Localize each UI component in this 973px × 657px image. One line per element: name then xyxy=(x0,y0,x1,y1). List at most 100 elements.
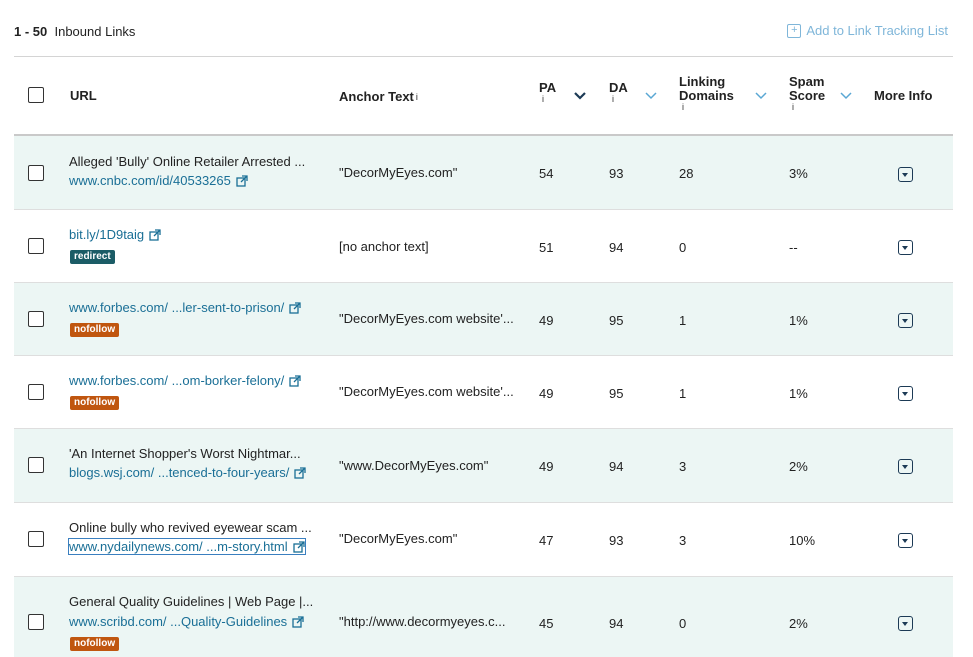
da-value: 94 xyxy=(609,240,624,255)
spam-score-value: 2% xyxy=(789,459,808,474)
external-link-icon[interactable] xyxy=(294,466,307,479)
pa-value: 49 xyxy=(539,459,554,474)
table-row: bit.ly/1D9taig redirect [no anchor text]… xyxy=(14,210,953,283)
link-url[interactable]: www.cnbc.com/id/40533265 xyxy=(69,173,248,188)
select-all-checkbox[interactable] xyxy=(28,87,44,103)
row-checkbox[interactable] xyxy=(28,614,44,630)
row-checkbox[interactable] xyxy=(28,238,44,254)
da-value: 94 xyxy=(609,459,624,474)
pa-value: 49 xyxy=(539,313,554,328)
anchor-text: "DecorMyEyes.com" xyxy=(339,531,458,546)
col-pa: PA i xyxy=(539,80,557,104)
spam-score-value: 1% xyxy=(789,386,808,401)
more-info-dropdown-icon[interactable] xyxy=(898,386,913,401)
link-url[interactable]: www.forbes.com/ ...ler-sent-to-prison/ xyxy=(69,300,301,315)
chevron-down-icon[interactable] xyxy=(574,92,586,100)
external-link-icon[interactable] xyxy=(289,374,301,387)
link-url[interactable]: blogs.wsj.com/ ...tenced-to-four-years/ xyxy=(69,465,307,480)
pa-value: 45 xyxy=(539,616,554,631)
chevron-down-icon[interactable] xyxy=(755,92,767,100)
anchor-text: "DecorMyEyes.com" xyxy=(339,165,458,180)
table-row: www.forbes.com/ ...om-borker-felony/ nof… xyxy=(14,356,953,429)
plus-icon: + xyxy=(787,23,802,38)
row-checkbox[interactable] xyxy=(28,457,44,473)
col-more-info: More Info xyxy=(874,88,933,103)
table-row: Alleged 'Bully' Online Retailer Arrested… xyxy=(14,136,953,210)
col-anchor-text: Anchor Text i xyxy=(339,89,418,104)
spam-score-value: 1% xyxy=(789,313,808,328)
da-value: 95 xyxy=(609,386,624,401)
da-value: 93 xyxy=(609,533,624,548)
col-linking-domains: Linking Domains i xyxy=(679,74,734,112)
linking-domains-value: 0 xyxy=(679,616,687,631)
pa-value: 47 xyxy=(539,533,554,548)
link-url[interactable]: www.nydailynews.com/ ...m-story.html xyxy=(68,538,306,555)
link-title: 'An Internet Shopper's Worst Nightmar... xyxy=(69,446,301,461)
anchor-text: [no anchor text] xyxy=(339,239,429,254)
external-link-icon[interactable] xyxy=(149,228,161,241)
col-url: URL xyxy=(70,88,97,103)
external-link-icon[interactable] xyxy=(289,301,301,314)
more-info-dropdown-icon[interactable] xyxy=(898,459,913,474)
chevron-down-icon[interactable] xyxy=(645,92,657,100)
external-link-icon[interactable] xyxy=(236,174,248,187)
table-row: General Quality Guidelines | Web Page |.… xyxy=(14,577,953,657)
link-title: General Quality Guidelines | Web Page |.… xyxy=(69,594,314,609)
pa-value: 49 xyxy=(539,386,554,401)
info-icon[interactable]: i xyxy=(542,95,556,104)
link-url[interactable]: www.scribd.com/ ...Quality-Guidelines xyxy=(69,614,304,629)
info-icon[interactable]: i xyxy=(416,92,418,102)
more-info-dropdown-icon[interactable] xyxy=(898,313,913,328)
anchor-text: "DecorMyEyes.com website'... xyxy=(339,384,514,399)
results-range: 1 - 50 Inbound Links xyxy=(14,24,136,39)
link-title: Alleged 'Bully' Online Retailer Arrested… xyxy=(69,154,306,169)
table-header: URL Anchor Text i PA i DA i Linking Domai… xyxy=(14,56,953,136)
nofollow-badge: nofollow xyxy=(70,637,120,651)
table-row: www.forbes.com/ ...ler-sent-to-prison/ n… xyxy=(14,283,953,356)
anchor-text: "www.DecorMyEyes.com" xyxy=(339,458,489,473)
da-value: 93 xyxy=(609,166,624,181)
linking-domains-value: 3 xyxy=(679,533,687,548)
pa-value: 51 xyxy=(539,240,554,255)
linking-domains-value: 1 xyxy=(679,386,687,401)
row-checkbox[interactable] xyxy=(28,531,44,547)
linking-domains-value: 1 xyxy=(679,313,687,328)
table-row: Online bully who revived eyewear scam ..… xyxy=(14,503,953,577)
linking-domains-value: 28 xyxy=(679,166,694,181)
info-icon[interactable]: i xyxy=(682,103,734,112)
link-url[interactable]: www.forbes.com/ ...om-borker-felony/ xyxy=(69,373,301,388)
spam-score-value: 3% xyxy=(789,166,808,181)
linking-domains-value: 0 xyxy=(679,240,687,255)
redirect-badge: redirect xyxy=(70,250,115,264)
da-value: 95 xyxy=(609,313,624,328)
info-icon[interactable]: i xyxy=(612,95,628,104)
nofollow-badge: nofollow xyxy=(70,323,120,337)
row-checkbox[interactable] xyxy=(28,384,44,400)
col-spam-score: Spam Score i xyxy=(789,74,826,112)
spam-score-value: -- xyxy=(789,240,798,255)
chevron-down-icon[interactable] xyxy=(840,92,852,100)
row-checkbox[interactable] xyxy=(28,311,44,327)
spam-score-value: 10% xyxy=(789,533,816,548)
external-link-icon[interactable] xyxy=(292,615,304,628)
spam-score-value: 2% xyxy=(789,616,808,631)
col-da: DA i xyxy=(609,80,628,104)
anchor-text: "http://www.decormyeyes.c... xyxy=(339,614,506,629)
add-to-link-tracking-button[interactable]: + Add to Link Tracking List xyxy=(787,23,948,38)
inbound-links-table: URL Anchor Text i PA i DA i Linking Domai… xyxy=(14,56,953,657)
nofollow-badge: nofollow xyxy=(70,396,120,410)
external-link-icon[interactable] xyxy=(292,540,305,553)
more-info-dropdown-icon[interactable] xyxy=(898,616,913,631)
results-header: 1 - 50 Inbound Links + Add to Link Track… xyxy=(0,0,973,56)
more-info-dropdown-icon[interactable] xyxy=(898,167,913,182)
anchor-text: "DecorMyEyes.com website'... xyxy=(339,311,514,326)
link-url[interactable]: bit.ly/1D9taig xyxy=(69,227,161,242)
link-title: Online bully who revived eyewear scam ..… xyxy=(69,520,312,535)
more-info-dropdown-icon[interactable] xyxy=(898,240,913,255)
table-row: 'An Internet Shopper's Worst Nightmar...… xyxy=(14,429,953,503)
info-icon[interactable]: i xyxy=(792,103,825,112)
linking-domains-value: 3 xyxy=(679,459,687,474)
pa-value: 54 xyxy=(539,166,554,181)
row-checkbox[interactable] xyxy=(28,165,44,181)
more-info-dropdown-icon[interactable] xyxy=(898,533,913,548)
